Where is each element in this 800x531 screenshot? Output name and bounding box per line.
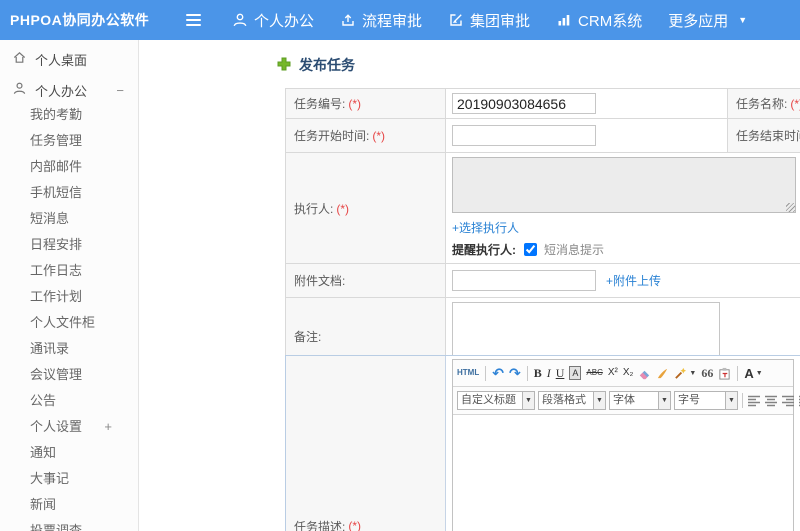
remind-executor-label: 提醒执行人: (452, 243, 516, 257)
eraser-icon[interactable] (638, 367, 651, 380)
choose-executor-link[interactable]: +选择执行人 (452, 221, 519, 235)
row-task-description: 任务描述: (*) HTML ↶ ↷ B I U A ABC X² X₂ ▼ 6… (285, 355, 800, 531)
html-source-button[interactable]: HTML (457, 369, 479, 377)
end-time-label: 任务结束时间:(*) (727, 118, 800, 153)
nav-personal-office[interactable]: 个人办公 (232, 10, 314, 31)
edit-icon (448, 12, 464, 28)
sms-remind-option: 短消息提示 (544, 243, 605, 257)
bar-chart-icon (556, 12, 572, 28)
font-family-dropdown[interactable]: 字体 ▼ (609, 391, 671, 410)
nav-more-apps[interactable]: 更多应用 ▼ (668, 10, 747, 31)
sidebar-item-contacts[interactable]: 通讯录 (0, 336, 138, 362)
app-title: PHPOA协同办公软件 (10, 12, 150, 28)
sidebar-item-schedule[interactable]: 日程安排 (0, 232, 138, 258)
undo-icon[interactable]: ↶ (492, 366, 504, 380)
user-icon (232, 12, 248, 28)
executor-textarea[interactable] (452, 157, 796, 213)
sidebar-item-internal-mail[interactable]: 内部邮件 (0, 154, 138, 180)
brush-icon[interactable] (656, 367, 669, 380)
sidebar-item-work-plan[interactable]: 工作计划 (0, 284, 138, 310)
sidebar-item-meeting[interactable]: 会议管理 (0, 362, 138, 388)
sidebar: 个人桌面 个人办公 − 我的考勤 任务管理 内部邮件 手机短信 短消息 日程安排… (0, 40, 139, 531)
attachment-input[interactable] (452, 270, 596, 291)
top-nav: 个人办公 流程审批 集团审批 CRM系统 更多应用 ▼ (232, 10, 747, 31)
sidebar-item-news[interactable]: 新闻 (0, 492, 138, 518)
sidebar-item-personal-office[interactable]: 个人办公 − (0, 78, 138, 102)
editor-toolbar-row1: HTML ↶ ↷ B I U A ABC X² X₂ ▼ 66 A ▼ (453, 360, 793, 387)
editor-toolbar-row2: 自定义标题 ▼ 段落格式 ▼ 字体 ▼ 字号 ▼ (453, 387, 800, 415)
workflow-icon (340, 12, 356, 28)
paste-icon[interactable] (718, 367, 731, 380)
task-description-label: 任务描述: (*) (286, 356, 446, 531)
caret-down-icon: ▼ (755, 369, 763, 377)
nav-workflow-approval[interactable]: 流程审批 (340, 10, 422, 31)
nav-group-approval[interactable]: 集团审批 (448, 10, 530, 31)
format-paint-icon[interactable]: ▼ (674, 367, 696, 380)
start-time-input[interactable] (452, 125, 596, 146)
task-number-label: 任务编号: (*) (285, 88, 446, 119)
home-icon (12, 50, 27, 68)
nav-crm-system[interactable]: CRM系统 (556, 10, 642, 31)
caret-down-icon: ▼ (738, 15, 748, 25)
editor-content-area[interactable] (453, 415, 793, 531)
caret-down-icon: ▼ (725, 391, 738, 410)
row-task-number: 任务编号:(*) 任务名称:(*) (285, 88, 800, 119)
align-left-icon[interactable] (747, 395, 761, 407)
font-size-dropdown[interactable]: 字号 ▼ (674, 391, 738, 410)
strikethrough-button[interactable]: ABC (586, 369, 602, 377)
sidebar-item-work-log[interactable]: 工作日志 (0, 258, 138, 284)
italic-button[interactable]: I (547, 367, 551, 379)
align-center-icon[interactable] (764, 395, 778, 407)
sidebar-item-short-message[interactable]: 短消息 (0, 206, 138, 232)
rich-text-editor: HTML ↶ ↷ B I U A ABC X² X₂ ▼ 66 A ▼ 自定义标… (452, 359, 800, 531)
caret-down-icon: ▼ (593, 391, 606, 410)
underline-button[interactable]: U (556, 367, 565, 379)
sidebar-item-announcement[interactable]: 公告 (0, 388, 138, 414)
attachment-label: 附件文档: (285, 263, 446, 298)
caret-down-icon: ▼ (522, 391, 535, 410)
sidebar-item-desktop[interactable]: 个人桌面 (0, 40, 138, 78)
menu-toggle-icon[interactable] (186, 14, 206, 26)
sidebar-item-file-cabinet[interactable]: 个人文件柜 (0, 310, 138, 336)
highlight-button[interactable]: A (569, 366, 582, 380)
caret-down-icon: ▼ (689, 369, 697, 377)
custom-title-dropdown[interactable]: 自定义标题 ▼ (457, 391, 535, 410)
task-form-table: 任务编号:(*) 任务名称:(*) 任务开始时间:(*) 任务结束时间 (285, 88, 800, 375)
bold-button[interactable]: B (534, 367, 542, 379)
subscript-button[interactable]: X₂ (623, 368, 634, 378)
font-color-button[interactable]: A ▼ (744, 367, 762, 380)
task-name-label: 任务名称:(*) (727, 88, 800, 119)
caret-down-icon: ▼ (658, 391, 671, 410)
sidebar-item-vote[interactable]: 投票调查 (0, 518, 138, 531)
attachment-upload-link[interactable]: +附件上传 (606, 272, 661, 289)
top-bar: PHPOA协同办公软件 个人办公 流程审批 集团审批 CRM系统 更多应用 ▼ (0, 0, 800, 40)
add-icon (277, 57, 291, 74)
row-attachment: 附件文档: +附件上传 (285, 263, 800, 298)
collapse-icon[interactable]: − (116, 83, 124, 98)
task-number-input[interactable] (452, 93, 596, 114)
main-content: 发布任务 任务编号:(*) 任务名称:(*) 任务开始时间:(*) (139, 40, 800, 531)
align-right-icon[interactable] (781, 395, 795, 407)
user-icon (12, 81, 27, 99)
sidebar-item-task-management[interactable]: 任务管理 (0, 128, 138, 154)
executor-label: 执行人: (*) (285, 152, 446, 264)
row-start-time: 任务开始时间:(*) 任务结束时间:(*) (285, 118, 800, 153)
sidebar-item-personal-settings[interactable]: 个人设置 + (0, 414, 138, 440)
sidebar-item-memorabilia[interactable]: 大事记 (0, 466, 138, 492)
redo-icon[interactable]: ↷ (509, 366, 521, 380)
sidebar-item-notice[interactable]: 通知 (0, 440, 138, 466)
expand-icon[interactable]: + (104, 414, 112, 440)
paragraph-format-dropdown[interactable]: 段落格式 ▼ (538, 391, 606, 410)
row-executor: 执行人: (*) +选择执行人 提醒执行人: 短消息提示 (285, 152, 800, 264)
blockquote-button[interactable]: 66 (701, 367, 713, 379)
sidebar-item-sms[interactable]: 手机短信 (0, 180, 138, 206)
superscript-button[interactable]: X² (608, 368, 618, 378)
start-time-label: 任务开始时间: (*) (285, 118, 446, 153)
sidebar-item-my-attendance[interactable]: 我的考勤 (0, 102, 138, 128)
page-title: 发布任务 (277, 55, 355, 75)
sms-remind-checkbox[interactable] (524, 243, 537, 256)
